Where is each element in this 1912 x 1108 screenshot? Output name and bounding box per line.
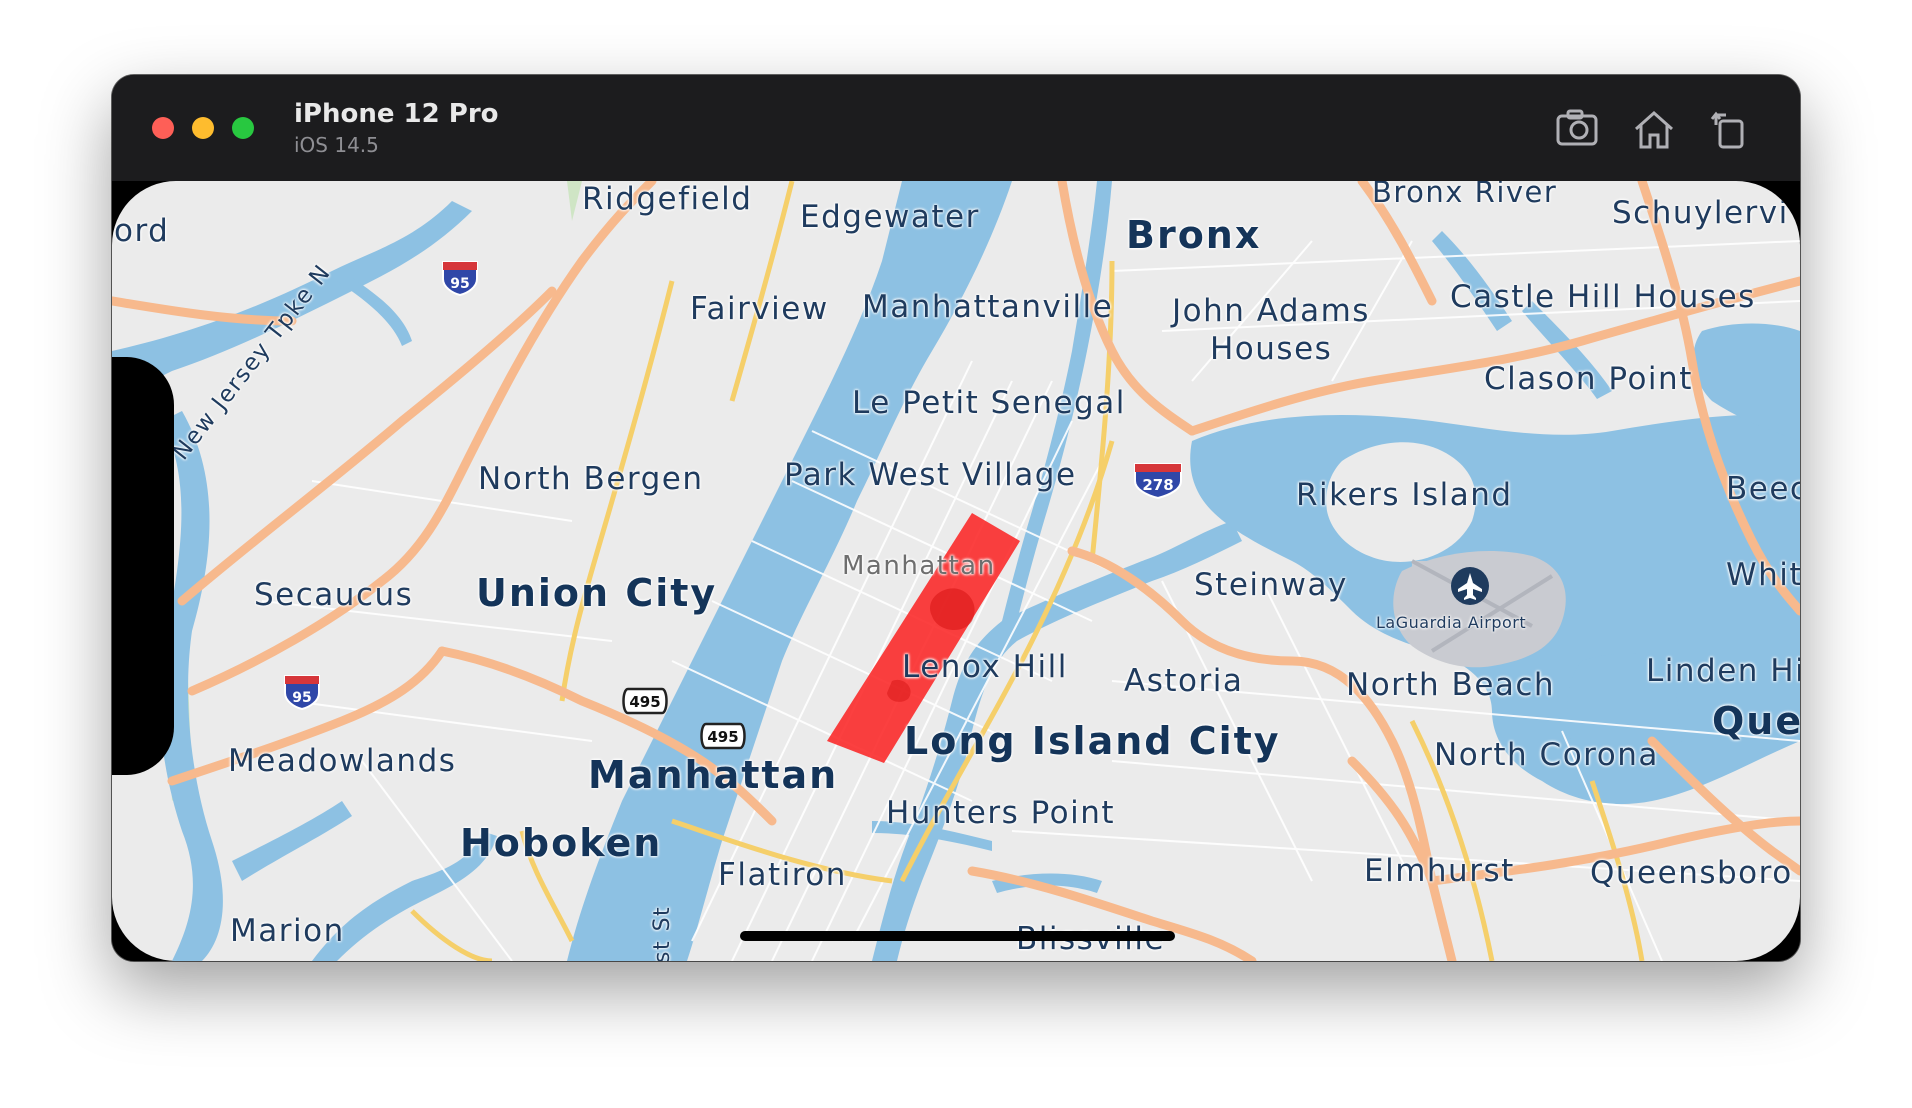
- label-hoboken: Hoboken: [460, 821, 663, 865]
- label-long-island-city: Long Island City: [904, 719, 1281, 763]
- zoom-button[interactable]: [232, 117, 254, 139]
- label-hunters-point: Hunters Point: [886, 795, 1116, 831]
- sensor-housing: [112, 357, 174, 775]
- simulator-window: iPhone 12 Pro iOS 14.5 95 95 278 495 495…: [112, 75, 1800, 961]
- route-495-shield-b: 495: [700, 722, 746, 750]
- label-bronx-river: Bronx River: [1372, 181, 1558, 209]
- label-park-west-village: Park West Village: [784, 457, 1077, 493]
- interstate-278-shield: 278: [1134, 463, 1182, 500]
- label-edgewater: Edgewater: [800, 199, 980, 235]
- svg-text:495: 495: [707, 728, 738, 746]
- label-fairview: Fairview: [690, 291, 829, 327]
- label-astoria: Astoria: [1124, 663, 1244, 699]
- label-bronx: Bronx: [1126, 213, 1262, 257]
- label-castle-hill: Castle Hill Houses: [1450, 279, 1756, 315]
- label-schuylerville: Schuylervi: [1612, 195, 1789, 231]
- label-meadowlands: Meadowlands: [228, 743, 457, 779]
- label-manhattan-small: Manhattan: [842, 551, 996, 581]
- map-view[interactable]: 95 95 278 495 495 Ridgefield Edgewater B…: [112, 181, 1800, 961]
- label-union-city: Union City: [476, 571, 718, 615]
- label-beech: Beec: [1726, 471, 1800, 507]
- home-indicator[interactable]: [740, 931, 1175, 941]
- close-button[interactable]: [152, 117, 174, 139]
- label-queens: Que: [1712, 699, 1800, 743]
- label-john-adams-houses: Houses: [1210, 331, 1333, 367]
- label-elmhurst: Elmhurst: [1364, 853, 1515, 889]
- interstate-95-north-shield: 95: [442, 261, 478, 297]
- home-icon[interactable]: [1630, 107, 1678, 151]
- rotate-icon[interactable]: [1706, 107, 1754, 151]
- label-north-beach: North Beach: [1346, 667, 1556, 703]
- label-street: st St: [650, 905, 675, 961]
- label-laguardia: LaGuardia Airport: [1376, 613, 1527, 632]
- label-ridgefield: Ridgefield: [582, 181, 753, 217]
- svg-text:495: 495: [629, 693, 660, 711]
- label-flatiron: Flatiron: [718, 857, 847, 893]
- interstate-95-south-shield: 95: [284, 675, 320, 711]
- minimize-button[interactable]: [192, 117, 214, 139]
- label-john-adams: John Adams: [1172, 293, 1370, 329]
- device-screen: 95 95 278 495 495 Ridgefield Edgewater B…: [112, 181, 1800, 961]
- os-version: iOS 14.5: [294, 133, 379, 157]
- label-marion: Marion: [230, 913, 345, 949]
- label-linden-hill: Linden Hi: [1646, 653, 1800, 689]
- screenshot-icon[interactable]: [1554, 107, 1602, 151]
- label-steinway: Steinway: [1194, 567, 1348, 603]
- label-lenox-hill: Lenox Hill: [902, 649, 1068, 685]
- label-white: Whit: [1726, 557, 1800, 593]
- device-name: iPhone 12 Pro: [294, 99, 499, 129]
- svg-text:95: 95: [292, 690, 311, 706]
- label-secaucus: Secaucus: [254, 577, 414, 613]
- label-north-bergen: North Bergen: [478, 461, 704, 497]
- label-clason-point: Clason Point: [1484, 361, 1693, 397]
- label-manhattanville: Manhattanville: [862, 289, 1114, 325]
- svg-text:95: 95: [450, 276, 469, 292]
- label-rikers-island: Rikers Island: [1296, 477, 1513, 513]
- label-north-corona: North Corona: [1434, 737, 1659, 773]
- label-queensboro: Queensboro: [1590, 855, 1793, 891]
- label-le-petit-senegal: Le Petit Senegal: [852, 385, 1126, 421]
- label-manhattan: Manhattan: [588, 753, 839, 797]
- route-495-shield-a: 495: [622, 687, 668, 715]
- label-rford: ord: [114, 213, 170, 249]
- title-bar: iPhone 12 Pro iOS 14.5: [112, 75, 1800, 181]
- svg-text:278: 278: [1142, 476, 1173, 494]
